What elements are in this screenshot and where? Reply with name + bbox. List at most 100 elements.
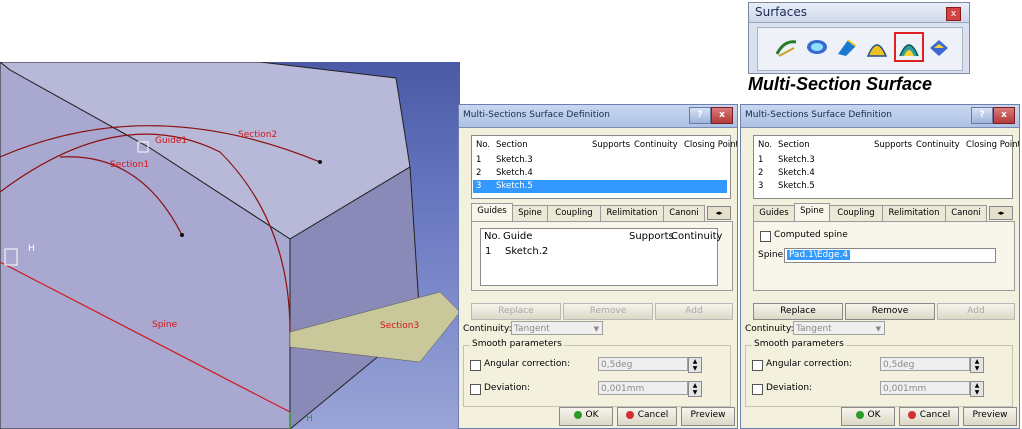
tab-canonical[interactable]: Canoni — [663, 205, 705, 221]
section-row[interactable]: 1 Sketch.3 — [473, 154, 727, 167]
section-row-selected[interactable]: 3 Sketch.5 — [473, 180, 727, 193]
continuity-select[interactable]: Tangent ▼ — [793, 321, 885, 335]
label-section2: Section2 — [238, 130, 278, 140]
col-no: No. — [476, 140, 491, 150]
col-continuity: Continuity — [634, 140, 678, 150]
computed-spine-label: Computed spine — [774, 230, 848, 240]
smooth-parameters-title: Smooth parameters — [470, 339, 564, 349]
replace-button[interactable]: Replace — [753, 303, 843, 320]
chevron-down-icon: ▼ — [593, 325, 599, 333]
section-row[interactable]: 2 Sketch.4 — [755, 167, 1009, 180]
label-h-left: H — [28, 244, 35, 254]
deviation-input[interactable]: 0,001mm — [880, 381, 970, 395]
col-supports: Supports — [592, 140, 631, 150]
col-continuity: Continuity — [916, 140, 960, 150]
smooth-parameters-group: Smooth parameters Angular correction: 0,… — [745, 339, 1013, 407]
smooth-parameters-group: Smooth parameters Angular correction: 0,… — [463, 339, 731, 407]
ok-icon — [573, 410, 582, 419]
cancel-icon — [907, 410, 916, 419]
dialog-titlebar: Multi-Sections Surface Definition ? x — [459, 105, 737, 128]
angular-correction-input[interactable]: 0,5deg — [598, 357, 688, 371]
section-row[interactable]: 1 Sketch.3 — [755, 154, 1009, 167]
col-supports: Supports — [874, 140, 913, 150]
surfaces-toolbar: Surfaces x — [748, 2, 970, 74]
angular-spin-icon[interactable]: ▲ ▼ — [970, 357, 984, 373]
col-no: No. — [758, 140, 773, 150]
spine-panel: Computed spine Spine: Pad.1\Edge.4 — [753, 221, 1015, 291]
sections-list[interactable]: No. Section Supports Continuity Closing … — [471, 135, 737, 199]
tab-strip: Guides Spine Coupling Relimitation Canon… — [753, 203, 1015, 221]
tab-coupling[interactable]: Coupling — [547, 205, 601, 221]
angular-correction-checkbox[interactable] — [752, 360, 763, 371]
deviation-spin-icon[interactable]: ▲ ▼ — [688, 381, 702, 397]
guides-list[interactable]: No. Guide Supports Continuity 1 Sketch.2 — [480, 228, 722, 286]
tab-strip: Guides Spine Coupling Relimitation Canon… — [471, 203, 733, 221]
section-row[interactable]: 3 Sketch.5 — [755, 180, 1009, 193]
dialog-titlebar: Multi-Sections Surface Definition ? x — [741, 105, 1019, 128]
label-section1: Section1 — [110, 160, 150, 170]
cancel-button[interactable]: Cancel — [617, 407, 677, 426]
deviation-spin-icon[interactable]: ▲ ▼ — [970, 381, 984, 397]
cancel-icon — [625, 410, 634, 419]
sections-list[interactable]: No. Section Supports Continuity Closing … — [753, 135, 1019, 199]
toolbar-icon-row — [757, 27, 963, 71]
angular-correction-label: Angular correction: — [484, 359, 571, 369]
preview-button[interactable]: Preview — [681, 407, 735, 426]
replace-button[interactable]: Replace — [471, 303, 561, 320]
tab-scroll-icon[interactable]: ◂▸ — [989, 206, 1013, 220]
loft-icon[interactable] — [864, 34, 890, 60]
computed-spine-checkbox[interactable] — [760, 231, 771, 242]
angular-spin-icon[interactable]: ▲ ▼ — [688, 357, 702, 373]
tab-canonical[interactable]: Canoni — [945, 205, 987, 221]
deviation-input[interactable]: 0,001mm — [598, 381, 688, 395]
remove-button[interactable]: Remove — [563, 303, 653, 320]
tab-coupling[interactable]: Coupling — [829, 205, 883, 221]
preview-button[interactable]: Preview — [963, 407, 1017, 426]
guide-col-no: No. — [484, 231, 501, 242]
extrude-icon[interactable] — [834, 34, 860, 60]
close-button[interactable]: x — [711, 107, 733, 124]
tab-relimitation[interactable]: Relimitation — [882, 205, 946, 221]
multi-section-surface-icon[interactable] — [894, 32, 924, 62]
deviation-label: Deviation: — [766, 383, 813, 393]
angular-correction-checkbox[interactable] — [470, 360, 481, 371]
deviation-checkbox[interactable] — [752, 384, 763, 395]
ok-button[interactable]: OK — [559, 407, 613, 426]
angular-correction-input[interactable]: 0,5deg — [880, 357, 970, 371]
label-section3: Section3 — [380, 321, 420, 331]
guide-col-supports: Supports — [629, 231, 674, 242]
3d-viewport[interactable]: Guide1 Section2 Section1 Section3 Spine … — [0, 62, 460, 429]
label-spine: Spine — [152, 320, 178, 330]
multi-sections-dialog-spine: Multi-Sections Surface Definition ? x No… — [740, 104, 1020, 429]
spine-label: Spine: — [758, 250, 787, 260]
spine-field[interactable]: Pad.1\Edge.4 — [784, 248, 996, 263]
section-row[interactable]: 2 Sketch.4 — [473, 167, 727, 180]
cancel-button[interactable]: Cancel — [899, 407, 959, 426]
remove-button[interactable]: Remove — [845, 303, 935, 320]
continuity-select[interactable]: Tangent ▼ — [511, 321, 603, 335]
tab-spine[interactable]: Spine — [794, 203, 830, 221]
deviation-label: Deviation: — [484, 383, 531, 393]
tab-guides[interactable]: Guides — [753, 205, 795, 221]
help-button[interactable]: ? — [971, 107, 993, 124]
fill-icon[interactable] — [804, 34, 830, 60]
tab-spine[interactable]: Spine — [512, 205, 548, 221]
add-button[interactable]: Add — [937, 303, 1015, 320]
tab-scroll-icon[interactable]: ◂▸ — [707, 206, 731, 220]
label-h-bottom: H — [306, 414, 313, 424]
caption-title: Multi-Section Surface — [748, 74, 933, 94]
tab-relimitation[interactable]: Relimitation — [600, 205, 664, 221]
toolbar-close-button[interactable]: x — [946, 7, 961, 21]
ok-button[interactable]: OK — [841, 407, 895, 426]
help-button[interactable]: ? — [689, 107, 711, 124]
deviation-checkbox[interactable] — [470, 384, 481, 395]
guide-row-name[interactable]: Sketch.2 — [505, 246, 548, 257]
add-button[interactable]: Add — [655, 303, 733, 320]
blend-icon[interactable] — [926, 34, 952, 60]
spine-value: Pad.1\Edge.4 — [787, 250, 851, 260]
close-button[interactable]: x — [993, 107, 1015, 124]
tab-guides[interactable]: Guides — [471, 203, 513, 221]
multi-sections-dialog-guides: Multi-Sections Surface Definition ? x No… — [458, 104, 738, 429]
col-closing-point: Closing Point — [966, 140, 1020, 150]
sweep-icon[interactable] — [774, 34, 800, 60]
